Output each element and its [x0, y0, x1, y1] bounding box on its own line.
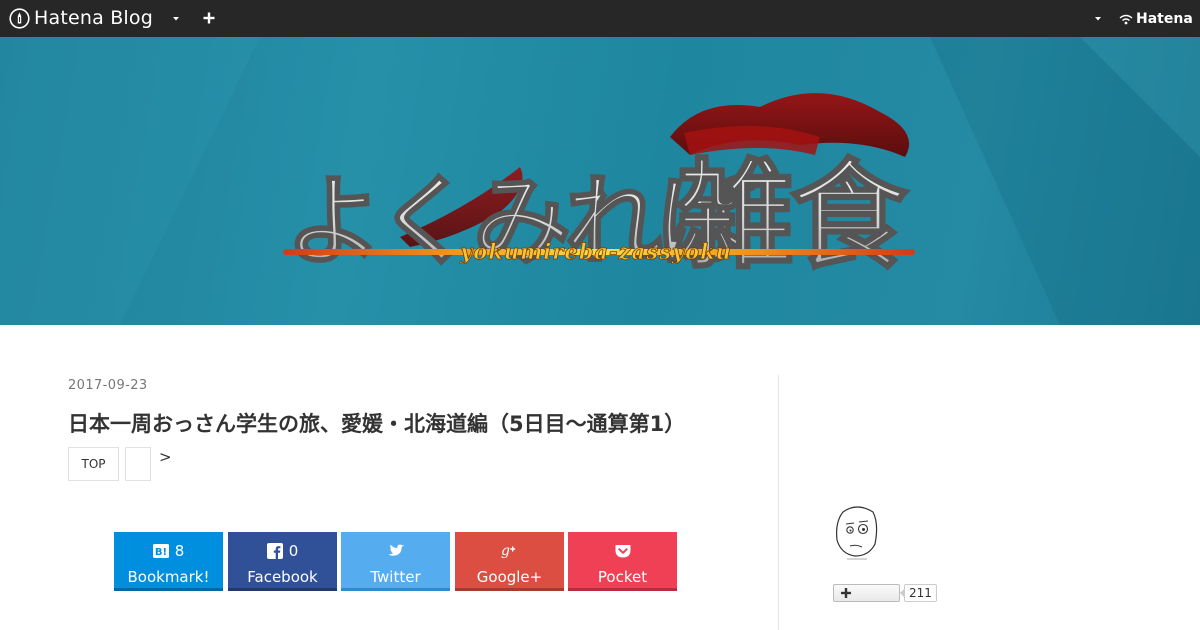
follower-count: 211 — [900, 584, 937, 602]
entry-nav-bar: TOP > — [68, 447, 172, 481]
sidebar-divider — [778, 375, 779, 630]
blog-menu-dropdown-icon[interactable] — [170, 12, 182, 24]
twitter-label: Twitter — [370, 568, 421, 586]
twitter-icon — [387, 544, 404, 556]
hatena-logo-text: Hatena — [1136, 11, 1193, 27]
hatena-bookmark-icon: B! — [152, 544, 169, 558]
facebook-label: Facebook — [247, 568, 318, 586]
google-plus-label: Google+ — [476, 568, 543, 586]
user-menu-dropdown-icon[interactable] — [1092, 12, 1104, 24]
blank-nav-button[interactable] — [125, 447, 151, 481]
google-plus-share-button[interactable]: g Google+ — [455, 532, 564, 591]
pocket-label: Pocket — [597, 568, 648, 586]
hatena-bookmark-count: 8 — [174, 542, 185, 560]
svg-text:g: g — [501, 543, 510, 559]
blog-subtitle: yokumireba-zassyoku — [459, 239, 732, 264]
follow-plus-icon — [841, 588, 851, 598]
hatena-blog-pen-icon — [9, 7, 30, 29]
google-plus-icon: g — [501, 543, 515, 559]
next-arrow[interactable]: > — [159, 447, 172, 467]
hatena-bookmark-share-button[interactable]: B! 8 Bookmark! — [114, 532, 223, 591]
follow-button[interactable] — [833, 584, 900, 602]
hatena-bookmark-label: Bookmark! — [127, 568, 210, 586]
blog-title-kanji: 雑食 — [675, 147, 909, 285]
global-header: Hatena Blog Hatena — [0, 0, 1200, 37]
entry-title[interactable]: 日本一周おっさん学生の旅、愛媛・北海道編（5日目〜通算第1） — [68, 408, 768, 438]
svg-text:B!: B! — [155, 547, 167, 558]
pocket-icon — [615, 544, 630, 557]
blog-header-banner[interactable]: よくみれば 雑食 yokumireba-zassyoku — [0, 37, 1200, 325]
top-button[interactable]: TOP — [68, 447, 119, 481]
facebook-icon — [266, 543, 283, 559]
hatena-wifi-icon — [1119, 14, 1133, 25]
hatena-blog-logo[interactable]: Hatena Blog — [9, 7, 153, 29]
author-avatar-image[interactable] — [833, 504, 881, 564]
pocket-share-button[interactable]: Pocket — [568, 532, 677, 591]
entry-date[interactable]: 2017-09-23 — [68, 378, 148, 393]
hatena-logo[interactable]: Hatena — [1118, 9, 1193, 29]
hatena-blog-logo-text: Hatena Blog — [34, 7, 153, 29]
blog-title-logo: よくみれば 雑食 yokumireba-zassyoku — [0, 37, 1200, 325]
twitter-share-button[interactable]: Twitter — [341, 532, 450, 591]
facebook-count: 0 — [288, 542, 299, 560]
new-entry-plus-icon[interactable] — [202, 11, 216, 25]
facebook-share-button[interactable]: 0 Facebook — [228, 532, 337, 591]
